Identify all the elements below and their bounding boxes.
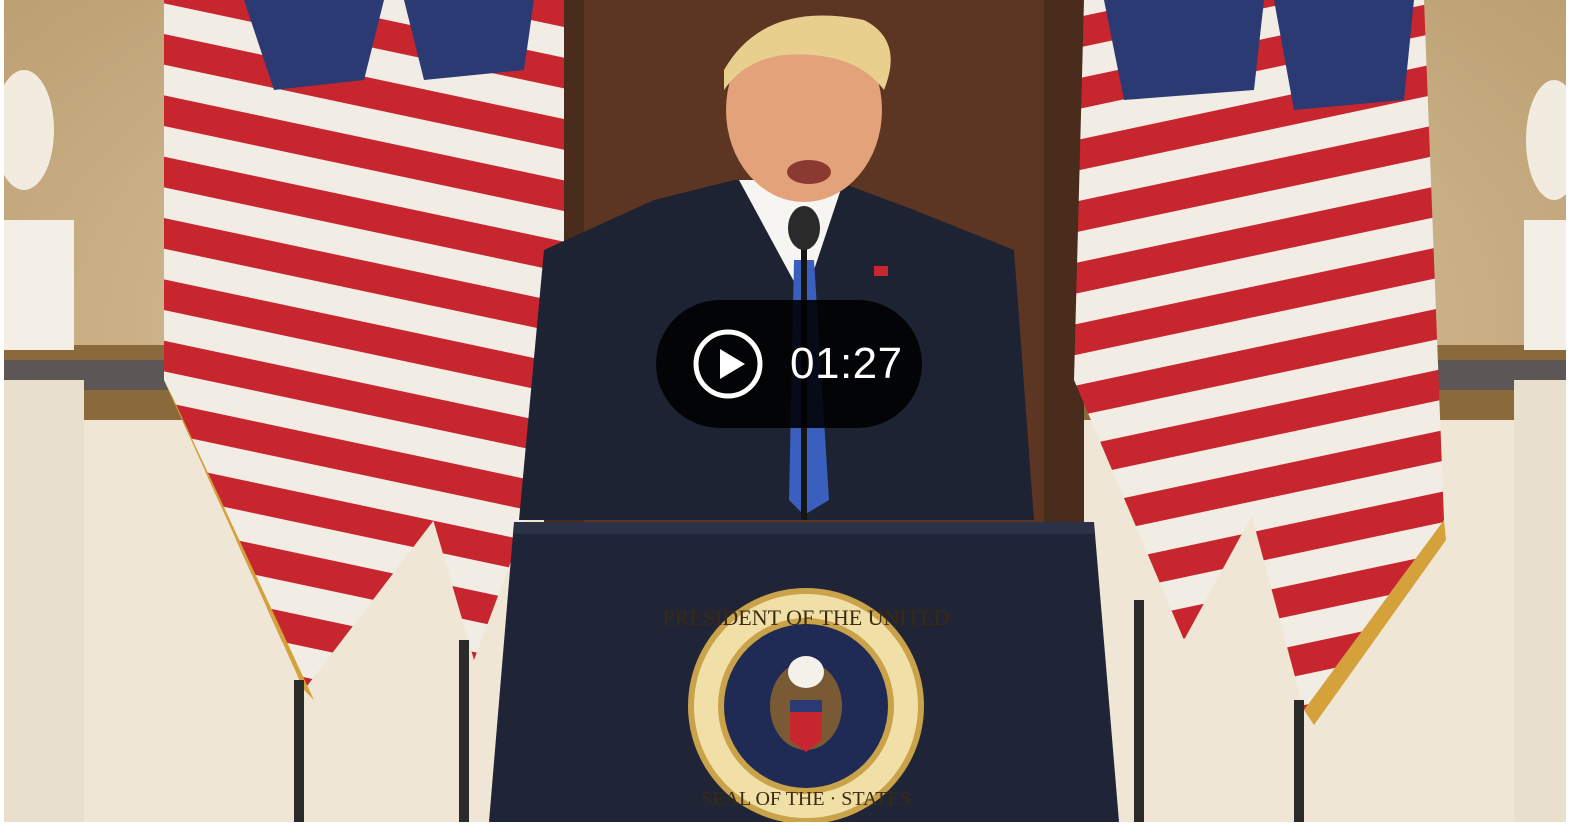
seal-text-top: PRESIDENT OF THE UNITED <box>662 605 949 630</box>
seal-text-bottom: SEAL OF THE · STATES <box>701 788 911 810</box>
play-button[interactable]: 01:27 <box>656 300 922 428</box>
play-circle-icon <box>693 329 763 399</box>
video-player[interactable]: PRESIDENT OF THE UNITED SEAL OF THE · ST… <box>4 0 1566 822</box>
video-duration: 01:27 <box>790 339 903 388</box>
